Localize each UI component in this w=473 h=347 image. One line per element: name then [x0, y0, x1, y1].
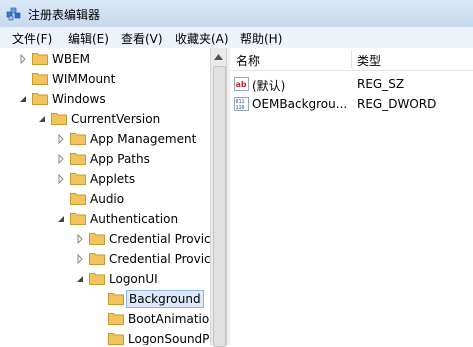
tree-label: WIMMount: [52, 72, 116, 86]
collapse-arrow-icon[interactable]: [37, 114, 47, 124]
folder-open-icon: [32, 93, 48, 105]
registry-editor-icon: [6, 7, 21, 21]
tree-label: Applets: [90, 172, 136, 186]
collapse-arrow-icon[interactable]: [75, 274, 85, 284]
list-header: 名称 类型: [230, 48, 473, 71]
folder-icon: [89, 233, 105, 245]
tree-node-authentication[interactable]: Authentication: [0, 209, 210, 229]
folder-icon: [32, 73, 48, 85]
tree-label: App Paths: [90, 152, 150, 166]
value-name: OEMBackgrou...: [252, 97, 348, 111]
tree-node-currentversion[interactable]: CurrentVersion: [0, 109, 210, 129]
folder-icon: [70, 153, 86, 165]
collapse-arrow-icon[interactable]: [18, 94, 28, 104]
expand-arrow-icon[interactable]: [75, 254, 85, 264]
menu-file[interactable]: 文件(F): [12, 30, 52, 47]
tree-label: Credential Provic: [109, 252, 210, 266]
tree-label: BootAnimatio: [128, 312, 210, 326]
tree-node-app-management[interactable]: App Management: [0, 129, 210, 149]
tree-node-wimmount[interactable]: WIMMount: [0, 69, 210, 89]
svg-text:110: 110: [236, 105, 245, 111]
value-type: REG_DWORD: [357, 97, 437, 111]
folder-icon: [89, 253, 105, 265]
tree-label: LogonUI: [109, 272, 158, 286]
tree-node-logonui[interactable]: LogonUI: [0, 269, 210, 289]
tree-node-credential-provider-filters[interactable]: Credential Provic: [0, 249, 210, 269]
tree-node-credential-providers[interactable]: Credential Provic: [0, 229, 210, 249]
tree-node-wbem[interactable]: WBEM: [0, 49, 210, 69]
expand-arrow-icon[interactable]: [75, 234, 85, 244]
menu-favorites[interactable]: 收藏夹(A): [175, 30, 229, 47]
scroll-up-arrow-icon[interactable]: [214, 54, 223, 60]
dword-value-icon: 011 110: [234, 97, 249, 111]
column-divider[interactable]: [351, 50, 352, 68]
tree-label-selected: Background: [126, 290, 204, 308]
folder-icon: [70, 193, 86, 205]
folder-icon: [108, 313, 124, 325]
scrollbar-thumb[interactable]: [213, 66, 226, 347]
menu-help[interactable]: 帮助(H): [240, 30, 282, 47]
tree-node-app-paths[interactable]: App Paths: [0, 149, 210, 169]
folder-open-icon: [89, 273, 105, 285]
folder-open-icon: [108, 293, 124, 305]
tree-label: WBEM: [52, 52, 91, 66]
tree-node-bootanimation[interactable]: BootAnimatio: [0, 309, 210, 329]
expand-arrow-icon[interactable]: [56, 174, 66, 184]
tree-scrollbar[interactable]: [210, 48, 226, 347]
svg-text:ab: ab: [236, 80, 247, 89]
menu-edit[interactable]: 编辑(E): [68, 30, 109, 47]
expand-arrow-icon[interactable]: [18, 54, 28, 64]
tree-label: Windows: [52, 92, 106, 106]
folder-icon: [70, 133, 86, 145]
tree-node-applets[interactable]: Applets: [0, 169, 210, 189]
values-list[interactable]: 名称 类型 ab (默认) REG_SZ 011 110 OEMBackgrou…: [230, 48, 473, 345]
folder-icon: [70, 173, 86, 185]
folder-icon: [32, 53, 48, 65]
column-header-name[interactable]: 名称: [236, 52, 260, 69]
title-bar: 注册表编辑器: [0, 0, 473, 27]
tree-label: Credential Provic: [109, 232, 210, 246]
expand-arrow-icon[interactable]: [56, 154, 66, 164]
registry-tree[interactable]: WBEM WIMMount Windows CurrentVersion App…: [0, 48, 210, 345]
folder-icon: [108, 333, 124, 345]
value-name: (默认): [252, 79, 286, 93]
collapse-arrow-icon[interactable]: [56, 214, 66, 224]
expand-arrow-icon[interactable]: [56, 134, 66, 144]
value-row[interactable]: ab (默认) REG_SZ: [230, 74, 473, 94]
tree-label: Authentication: [90, 212, 179, 226]
tree-label: Audio: [90, 192, 125, 206]
menu-view[interactable]: 查看(V): [121, 30, 163, 47]
tree-node-background[interactable]: Background: [0, 289, 210, 309]
tree-node-logonsoundplayed[interactable]: LogonSoundP: [0, 329, 210, 345]
value-type: REG_SZ: [357, 77, 405, 91]
tree-node-windows[interactable]: Windows: [0, 89, 210, 109]
menu-bar: 文件(F) 编辑(E) 查看(V) 收藏夹(A) 帮助(H): [0, 27, 473, 49]
tree-label: App Management: [90, 132, 197, 146]
folder-open-icon: [51, 113, 67, 125]
window-title: 注册表编辑器: [28, 8, 101, 22]
value-row[interactable]: 011 110 OEMBackgrou... REG_DWORD: [230, 94, 473, 114]
tree-node-audio[interactable]: Audio: [0, 189, 210, 209]
string-value-icon: ab: [234, 77, 249, 91]
column-header-type[interactable]: 类型: [357, 52, 381, 69]
folder-open-icon: [70, 213, 86, 225]
tree-label: CurrentVersion: [71, 112, 161, 126]
tree-label: LogonSoundP: [128, 332, 210, 345]
